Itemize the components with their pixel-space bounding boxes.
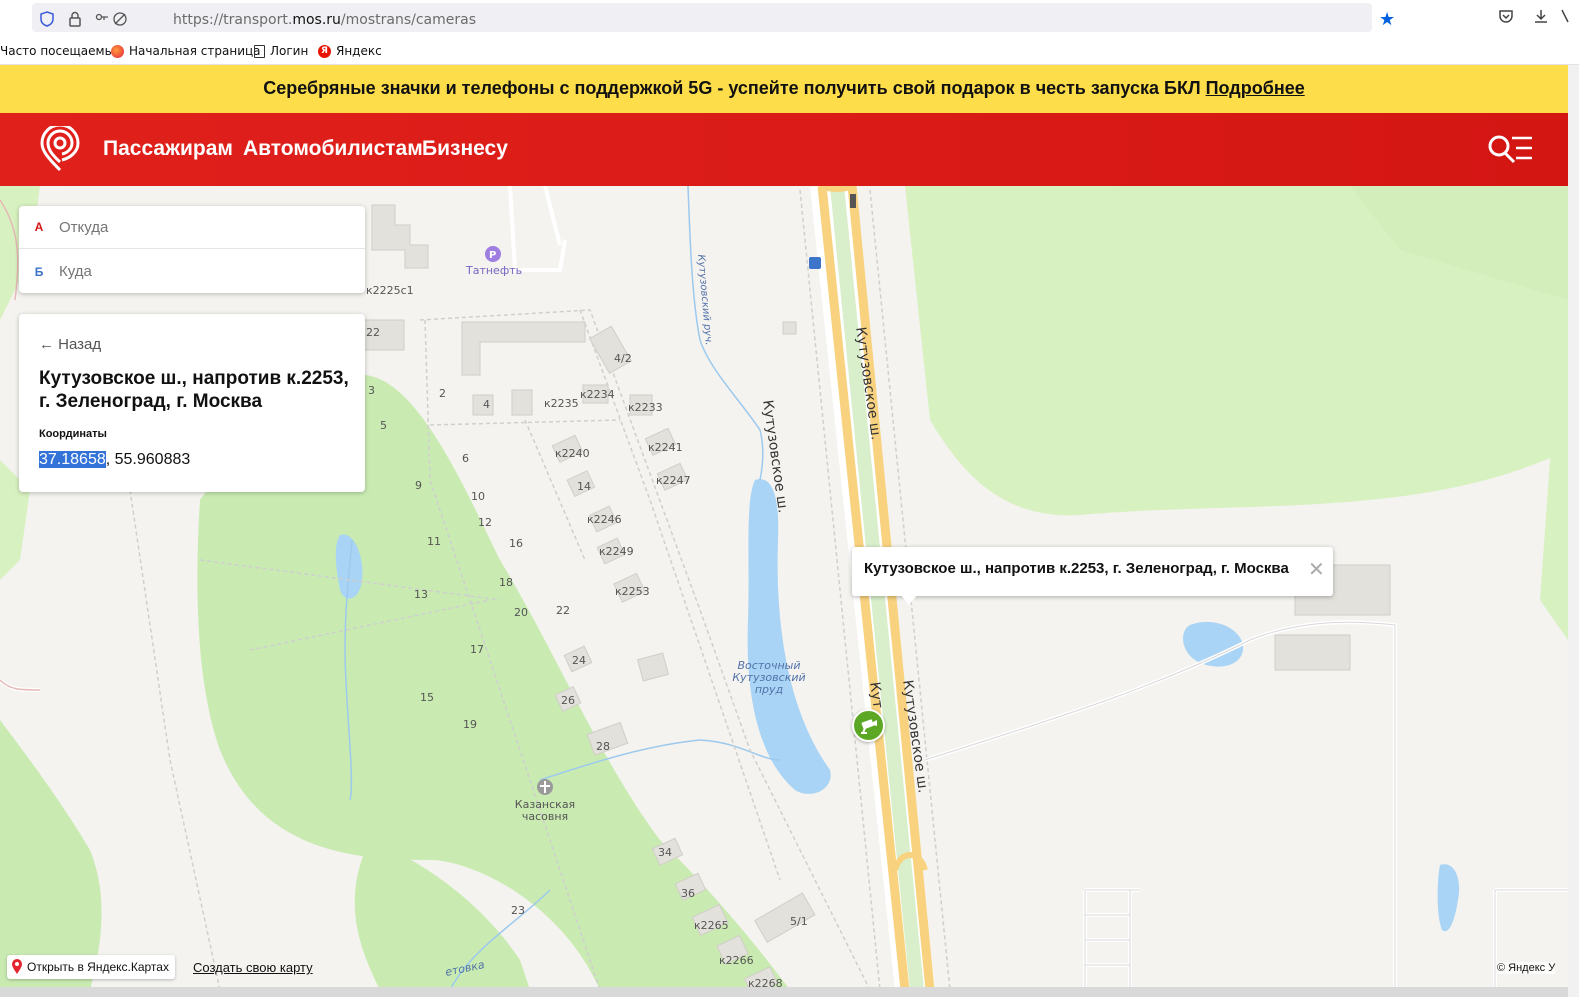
close-icon[interactable]: ✕ xyxy=(1308,557,1325,582)
camera-title: Кутузовское ш., напротив к.2253, г. Зеле… xyxy=(39,368,349,412)
label-h3: 3 xyxy=(368,384,375,397)
label-h5: 5 xyxy=(380,419,387,432)
nav-motorists[interactable]: Автомобилистам xyxy=(243,137,423,161)
map-copyright[interactable]: © Яндекс У xyxy=(1497,962,1556,974)
label-h24: 24 xyxy=(572,654,586,667)
address-bar[interactable]: https://transport.mos.ru/mostrans/camera… xyxy=(32,3,1395,32)
label-h28: 28 xyxy=(596,740,610,753)
bookmark-home[interactable]: Начальная страница xyxy=(111,44,261,58)
route-to-row[interactable]: Б xyxy=(19,250,365,293)
label-road-kutuzovskoe-3: Кут xyxy=(866,681,886,710)
shield-icon[interactable] xyxy=(40,11,54,30)
page-scrollbar[interactable] xyxy=(1568,65,1579,997)
banner-more-link[interactable]: Подробнее xyxy=(1206,78,1305,98)
permissions-icon[interactable] xyxy=(94,11,128,30)
label-h26: 26 xyxy=(561,694,575,707)
download-icon[interactable] xyxy=(1533,8,1549,28)
url-text[interactable]: https://transport.mos.ru/mostrans/camera… xyxy=(173,12,476,28)
page-icon xyxy=(254,44,265,58)
create-map-link[interactable]: Создать свою карту xyxy=(193,960,313,975)
label-h14: 14 xyxy=(577,480,591,493)
label-k2240: к2240 xyxy=(555,447,590,460)
label-h2: 2 xyxy=(439,387,446,400)
label-h5-1: 5/1 xyxy=(790,915,808,928)
label-h18: 18 xyxy=(499,576,513,589)
nav-passengers[interactable]: Пассажирам xyxy=(103,137,233,161)
route-to-letter: Б xyxy=(34,264,44,279)
search-menu-icon[interactable] xyxy=(1486,133,1534,165)
label-chapel[interactable]: Казанская часовня xyxy=(510,799,580,823)
bottom-scrollbar[interactable] xyxy=(0,987,1568,997)
balloon-tail xyxy=(901,595,917,605)
firefox-icon xyxy=(111,44,124,58)
camera-marker[interactable] xyxy=(852,709,885,742)
label-k2249: к2249 xyxy=(599,545,634,558)
nav-business[interactable]: Бизнесу xyxy=(422,137,508,161)
route-from-row[interactable]: А xyxy=(19,206,365,249)
label-k2234: к2234 xyxy=(580,388,615,401)
overflow-icon[interactable] xyxy=(1560,8,1570,28)
coordinates-value[interactable]: 37.18658, 55.960883 xyxy=(39,451,190,469)
label-h22b: 22 xyxy=(556,604,570,617)
label-k2225: к2225с1 xyxy=(366,284,414,297)
label-tatneft[interactable]: Татнефть xyxy=(466,264,522,277)
label-h20: 20 xyxy=(514,606,528,619)
label-h4-2: 4/2 xyxy=(614,352,632,365)
bookmark-login[interactable]: Логин xyxy=(254,44,308,58)
label-k2266: к2266 xyxy=(719,954,754,967)
lock-icon[interactable] xyxy=(68,11,82,30)
camera-info-panel: ← Назад Кутузовское ш., напротив к.2253,… xyxy=(19,314,365,492)
label-h11: 11 xyxy=(427,535,441,548)
label-h34: 34 xyxy=(658,846,672,859)
bookmark-star-icon[interactable]: ★ xyxy=(1379,9,1395,30)
label-k2253: к2253 xyxy=(615,585,650,598)
label-k2235: к2235 xyxy=(544,397,579,410)
label-h19: 19 xyxy=(463,718,477,731)
camera-balloon: Кутузовское ш., напротив к.2253, г. Зеле… xyxy=(852,547,1333,605)
site-header: Пассажирам Автомобилистам Бизнесу xyxy=(0,113,1568,186)
label-k2233: к2233 xyxy=(628,401,663,414)
label-h6: 6 xyxy=(462,452,469,465)
label-k2247: к2247 xyxy=(656,474,691,487)
label-k2265: к2265 xyxy=(694,919,729,932)
open-in-yandex-label: Открыть в Яндекс.Картах xyxy=(27,960,169,974)
open-in-yandex-button[interactable]: Открыть в Яндекс.Картах xyxy=(7,955,175,979)
label-h9: 9 xyxy=(415,479,422,492)
map-pin-icon xyxy=(12,959,22,974)
route-to-input[interactable] xyxy=(59,263,339,280)
bookmarks-bar: Часто посещаемые Начальная страница Логи… xyxy=(0,36,1579,65)
label-h17: 17 xyxy=(470,643,484,656)
label-h4: 4 xyxy=(483,398,490,411)
label-k2241: к2241 xyxy=(648,441,683,454)
label-pond: Восточный Кутузовский пруд xyxy=(732,659,806,696)
pocket-icon[interactable] xyxy=(1498,8,1514,28)
label-h13: 13 xyxy=(414,588,428,601)
label-h10: 10 xyxy=(471,490,485,503)
route-from-input[interactable] xyxy=(59,218,339,236)
label-h36: 36 xyxy=(681,887,695,900)
label-h15: 15 xyxy=(420,691,434,704)
label-k2246: к2246 xyxy=(587,513,622,526)
bookmark-most-visited[interactable]: Часто посещаемые xyxy=(0,44,121,58)
banner-text: Серебряные значки и телефоны с поддержко… xyxy=(263,78,1206,98)
coordinates-longitude-selected[interactable]: 37.18658 xyxy=(39,451,106,468)
back-link[interactable]: ← Назад xyxy=(39,336,101,353)
mostrans-logo-icon[interactable] xyxy=(38,126,82,172)
label-h16: 16 xyxy=(509,537,523,550)
promo-banner: Серебряные значки и телефоны с поддержко… xyxy=(0,65,1568,113)
yandex-icon: Я xyxy=(318,44,331,58)
svg-text:P: P xyxy=(489,250,496,261)
coordinates-latitude[interactable]: , 55.960883 xyxy=(106,451,191,468)
browser-toolbar: https://transport.mos.ru/mostrans/camera… xyxy=(0,0,1579,36)
bookmark-yandex[interactable]: Я Яндекс xyxy=(318,44,382,58)
balloon-text: Кутузовское ш., напротив к.2253, г. Зеле… xyxy=(864,560,1289,577)
route-from-letter: А xyxy=(34,220,44,234)
label-h12: 12 xyxy=(478,516,492,529)
route-panel: А Б xyxy=(19,206,365,293)
label-h23: 23 xyxy=(511,904,525,917)
label-h22: 22 xyxy=(366,326,380,339)
coordinates-label: Координаты xyxy=(39,428,107,440)
camera-icon xyxy=(860,718,877,734)
